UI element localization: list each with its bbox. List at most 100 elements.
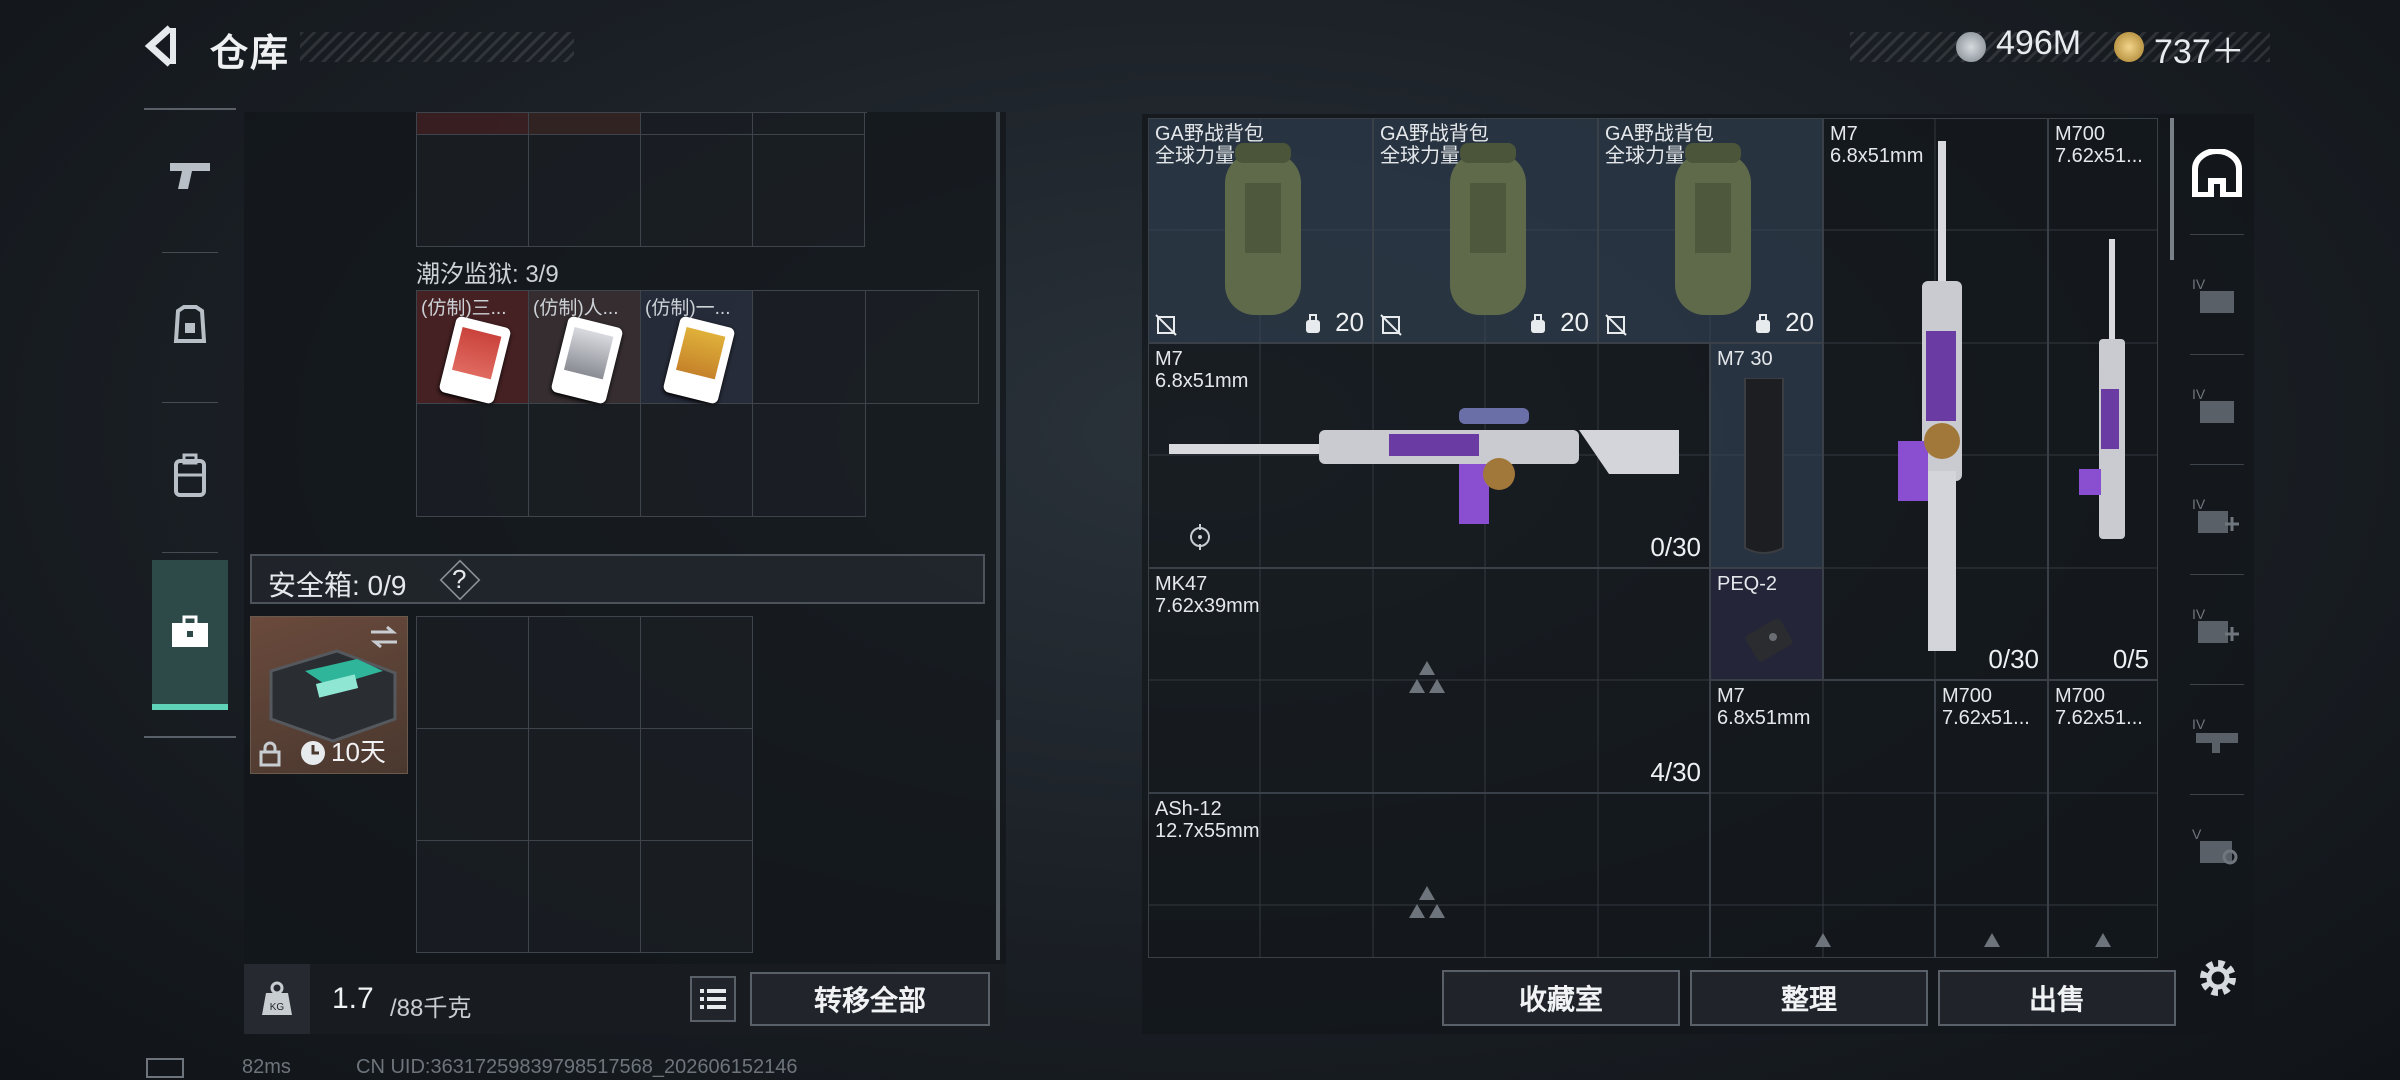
weapon-item-m700-vertical[interactable]: M700 7.62x51... 0/5 bbox=[2048, 118, 2158, 680]
list-view-button[interactable] bbox=[690, 976, 736, 1022]
grid-cell[interactable] bbox=[529, 617, 641, 729]
sell-button[interactable]: 出售 bbox=[1938, 970, 2176, 1026]
duffel-bag-icon bbox=[1450, 143, 1526, 315]
clock-icon bbox=[301, 741, 325, 765]
gun-icon bbox=[170, 163, 210, 189]
uid-text: CN UID:3631725983979851​7568_20260615214… bbox=[356, 1056, 798, 1078]
ammo-count: 0/30 bbox=[1988, 644, 2039, 674]
access-card-icon bbox=[438, 315, 512, 405]
weapon-item-m7-vertical[interactable]: M7 6.8x51mm 0/30 bbox=[1823, 118, 2048, 680]
grid-cell[interactable] bbox=[417, 617, 529, 729]
grid-cell[interactable] bbox=[753, 404, 866, 517]
weapon-item-m700-b[interactable]: M700 7.62x51... bbox=[1935, 680, 2048, 958]
nav-weapons[interactable] bbox=[144, 110, 236, 240]
grid-cell[interactable] bbox=[417, 404, 529, 517]
stash-level4-icon[interactable]: IV bbox=[2186, 264, 2248, 326]
swap-icon[interactable] bbox=[369, 625, 399, 649]
grid-cell[interactable] bbox=[641, 113, 753, 135]
grid-cell[interactable] bbox=[753, 113, 865, 135]
access-card-icon bbox=[550, 315, 624, 405]
safe-box-header: 安全箱: 0/9 ? bbox=[250, 554, 985, 604]
safe-box-case[interactable]: 10天 bbox=[250, 616, 408, 774]
item-name: M700 7.62x51... bbox=[2055, 123, 2143, 167]
side-divider bbox=[2190, 684, 2244, 685]
backpack-item[interactable]: GA野战背包 全球力量 20 bbox=[1148, 118, 1373, 343]
item-name: M7 6.8x51mm bbox=[1717, 685, 1811, 729]
weight-max: /88千克 bbox=[390, 995, 472, 1022]
svg-text:IV: IV bbox=[2192, 386, 2206, 402]
capacity-icon bbox=[1756, 314, 1770, 333]
item-name: PEQ-2 bbox=[1717, 573, 1778, 595]
stash-scroll-thumb[interactable] bbox=[2170, 118, 2174, 260]
grid-cell[interactable] bbox=[641, 404, 753, 517]
item-name: M7 30 bbox=[1717, 348, 1773, 370]
nav-safe-box[interactable] bbox=[152, 560, 228, 710]
grid-cell[interactable] bbox=[753, 291, 866, 404]
weapon-item-m700-c[interactable]: M700 7.62x51... bbox=[2048, 680, 2158, 958]
grid-cell[interactable] bbox=[529, 404, 641, 517]
weapon-item-mk47[interactable]: MK47 7.62x39mm 4/30 bbox=[1148, 568, 1710, 793]
prison-item-3[interactable]: (仿制)一... bbox=[641, 291, 753, 405]
side-divider bbox=[2190, 464, 2244, 465]
stash-level5-icon[interactable]: V bbox=[2186, 814, 2248, 876]
settings-gear-icon[interactable] bbox=[2194, 954, 2242, 1002]
lock-icon bbox=[259, 741, 281, 767]
prison-grid: (仿制)三... (仿制)人... (仿制)一... bbox=[416, 290, 979, 517]
loading-triangle-icon bbox=[2095, 933, 2111, 947]
stash-weapon-icon[interactable]: IV bbox=[2186, 704, 2248, 766]
help-button[interactable]: ? bbox=[452, 564, 466, 595]
left-scroll-thumb[interactable] bbox=[996, 720, 1000, 960]
svg-text:IV: IV bbox=[2192, 716, 2206, 732]
prison-item-1[interactable]: (仿制)三... bbox=[417, 291, 529, 405]
backpack-item[interactable]: GA野战背包 全球力量 20 bbox=[1598, 118, 1823, 343]
rifle-icon bbox=[1898, 141, 1962, 651]
prison-item-2[interactable]: (仿制)人... bbox=[529, 291, 641, 405]
grid-cell[interactable] bbox=[529, 135, 641, 247]
transfer-all-button[interactable]: 转移全部 bbox=[750, 972, 990, 1026]
header-stripe bbox=[300, 32, 574, 62]
magazine-item[interactable]: M7 30 bbox=[1710, 343, 1823, 568]
stash-add-b-icon[interactable]: IV bbox=[2186, 594, 2248, 656]
prison-item-label: (仿制)一... bbox=[645, 298, 731, 319]
grid-cell[interactable] bbox=[641, 729, 753, 841]
loading-triangle-icon bbox=[1984, 933, 2000, 947]
back-arrow-icon[interactable] bbox=[140, 22, 190, 72]
grid-cell[interactable] bbox=[641, 135, 753, 247]
nav-backpack[interactable] bbox=[144, 410, 236, 540]
grid-cell[interactable] bbox=[529, 841, 641, 953]
capacity-icon bbox=[1306, 314, 1320, 333]
attachment-item[interactable]: PEQ-2 bbox=[1710, 568, 1823, 680]
stash-level4b-icon[interactable]: IV bbox=[2186, 374, 2248, 436]
collection-room-button[interactable]: 收藏室 bbox=[1442, 970, 1680, 1026]
organize-button[interactable]: 整理 bbox=[1690, 970, 1928, 1026]
no-insure-icon bbox=[1155, 314, 1177, 336]
grid-cell[interactable] bbox=[529, 113, 641, 135]
weapon-item-m7-main[interactable]: M7 6.8x51mm 0/30 bbox=[1148, 343, 1710, 568]
safe-box-label: 安全箱: 0/9 bbox=[268, 570, 407, 601]
weapon-item-ash12[interactable]: ASh-12 12.7x55mm bbox=[1148, 793, 1710, 958]
grid-cell[interactable] bbox=[641, 841, 753, 953]
duffel-bag-icon bbox=[1675, 143, 1751, 315]
grid-cell[interactable] bbox=[417, 841, 529, 953]
grid-cell[interactable] bbox=[417, 113, 529, 135]
nav-armor[interactable] bbox=[144, 260, 236, 390]
grid-cell[interactable] bbox=[866, 291, 979, 404]
ammo-count: 0/5 bbox=[2112, 644, 2149, 674]
list-icon bbox=[700, 989, 726, 1009]
safe-box-timer: 10天 bbox=[331, 737, 386, 767]
weapon-item-m7-b[interactable]: M7 6.8x51mm bbox=[1710, 680, 1935, 958]
grid-cell[interactable] bbox=[417, 729, 529, 841]
grid-cell[interactable] bbox=[753, 135, 865, 247]
no-insure-icon bbox=[1605, 314, 1627, 336]
grid-cell[interactable] bbox=[417, 135, 529, 247]
gold-amount[interactable]: 737＋ bbox=[2154, 24, 2245, 73]
ammo-count: 0/30 bbox=[1650, 532, 1701, 562]
stash-add-icon[interactable]: IV bbox=[2186, 484, 2248, 546]
gold-coin-icon[interactable] bbox=[2114, 32, 2144, 62]
grid-cell[interactable] bbox=[529, 729, 641, 841]
stash-home-icon[interactable] bbox=[2186, 142, 2248, 204]
access-card-icon bbox=[662, 315, 736, 405]
backpack-item[interactable]: GA野战背包 全球力量 20 bbox=[1373, 118, 1598, 343]
magazine-icon bbox=[1744, 378, 1784, 554]
grid-cell[interactable] bbox=[641, 617, 753, 729]
